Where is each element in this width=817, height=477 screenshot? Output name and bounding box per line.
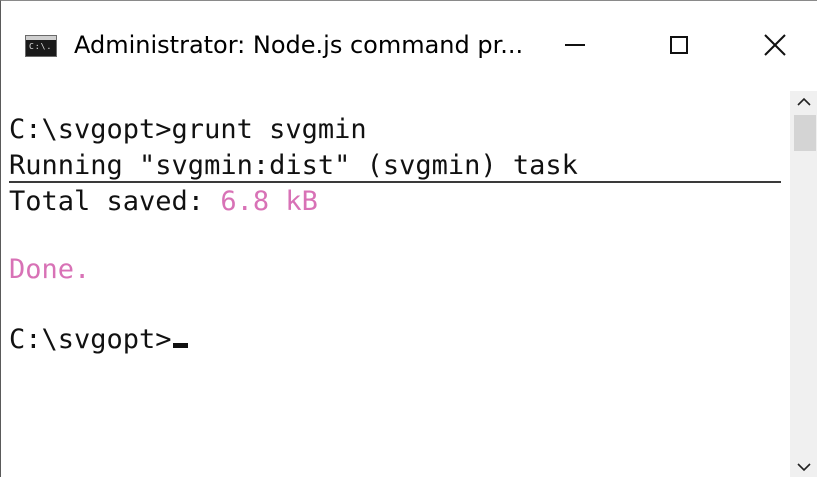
- minimize-icon: [565, 44, 585, 46]
- console-line-total: Total saved: 6.8 kB: [9, 185, 318, 219]
- prompt-text: C:\svgopt>: [9, 324, 172, 355]
- window-title: Administrator: Node.js command pr...: [74, 31, 524, 59]
- chevron-up-icon: [797, 97, 811, 106]
- scroll-down-button[interactable]: [790, 456, 817, 477]
- total-saved-label: Total saved:: [9, 186, 221, 217]
- scrollbar-thumb[interactable]: [794, 115, 816, 151]
- console-line-running: Running "svgmin:dist" (svgmin) task: [9, 150, 578, 181]
- console-prompt-line[interactable]: C:\svgopt>: [9, 323, 188, 357]
- console-line-done: Done.: [9, 254, 91, 285]
- maximize-button[interactable]: [651, 23, 707, 67]
- maximize-icon: [670, 36, 688, 54]
- console-line-command: C:\svgopt>grunt svgmin: [9, 114, 367, 145]
- close-icon: [764, 34, 786, 56]
- console-window: C:\. Administrator: Node.js command pr..…: [0, 0, 817, 477]
- cmd-icon[interactable]: C:\.: [25, 35, 57, 57]
- vertical-scrollbar[interactable]: [790, 91, 817, 477]
- icon-title-strip: [26, 36, 56, 40]
- close-button[interactable]: [747, 23, 803, 67]
- scroll-up-button[interactable]: [790, 91, 817, 113]
- chevron-down-icon: [797, 463, 811, 472]
- text-cursor: [172, 343, 188, 348]
- output-divider: [9, 181, 781, 183]
- minimize-button[interactable]: [547, 23, 603, 67]
- icon-glyph: C:\.: [29, 42, 53, 51]
- title-bar[interactable]: C:\. Administrator: Node.js command pr..…: [1, 1, 817, 91]
- total-saved-value: 6.8 kB: [220, 186, 318, 217]
- console-output[interactable]: C:\svgopt>grunt svgmin Running "svgmin:d…: [1, 91, 790, 477]
